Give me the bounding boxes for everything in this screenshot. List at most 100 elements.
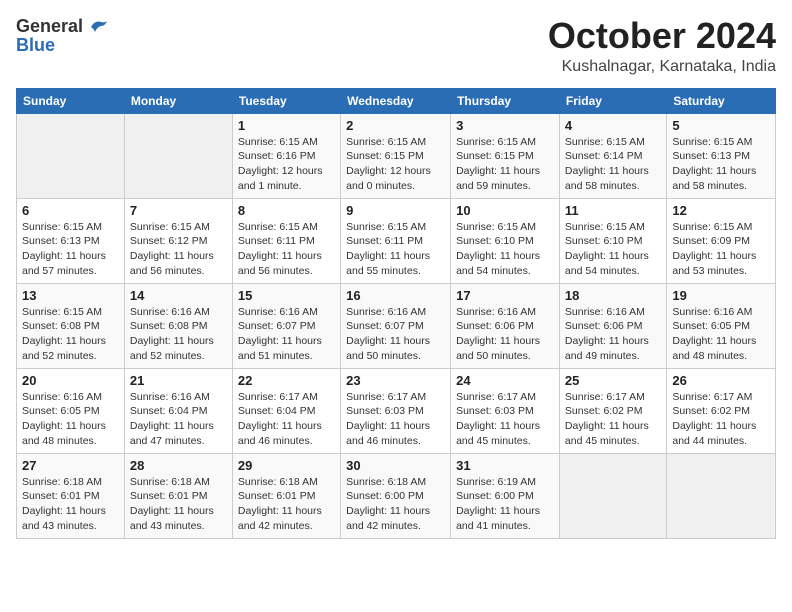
week-row-4: 20 Sunrise: 6:16 AM Sunset: 6:05 PM Dayli… xyxy=(17,368,776,453)
calendar-cell: 28Sunrise: 6:18 AM Sunset: 6:01 PM Dayli… xyxy=(124,453,232,538)
day-info: Sunrise: 6:17 AM Sunset: 6:03 PM Dayligh… xyxy=(456,390,554,449)
day-number: 25 xyxy=(565,373,661,388)
day-number: 27 xyxy=(22,458,119,473)
calendar-cell: 15Sunrise: 6:16 AM Sunset: 6:07 PM Dayli… xyxy=(232,283,340,368)
column-header-tuesday: Tuesday xyxy=(232,88,340,113)
day-number: 12 xyxy=(672,203,770,218)
day-info: Sunrise: 6:15 AM Sunset: 6:13 PM Dayligh… xyxy=(672,135,770,194)
day-info: Sunrise: 6:16 AM Sunset: 6:06 PM Dayligh… xyxy=(565,305,661,364)
day-number: 6 xyxy=(22,203,119,218)
column-header-friday: Friday xyxy=(559,88,666,113)
day-info: Sunrise: 6:15 AM Sunset: 6:09 PM Dayligh… xyxy=(672,220,770,279)
day-info: Sunrise: 6:15 AM Sunset: 6:14 PM Dayligh… xyxy=(565,135,661,194)
day-info: Sunrise: 6:15 AM Sunset: 6:13 PM Dayligh… xyxy=(22,220,119,279)
calendar-cell: 16 Sunrise: 6:16 AM Sunset: 6:07 PM Dayli… xyxy=(341,283,451,368)
day-number: 29 xyxy=(238,458,335,473)
calendar-cell: 14Sunrise: 6:16 AM Sunset: 6:08 PM Dayli… xyxy=(124,283,232,368)
calendar-cell: 23Sunrise: 6:17 AM Sunset: 6:03 PM Dayli… xyxy=(341,368,451,453)
day-number: 2 xyxy=(346,118,445,133)
day-number: 19 xyxy=(672,288,770,303)
day-info: Sunrise: 6:17 AM Sunset: 6:02 PM Dayligh… xyxy=(565,390,661,449)
calendar-cell: 5 Sunrise: 6:15 AM Sunset: 6:13 PM Daylig… xyxy=(667,113,776,198)
day-number: 30 xyxy=(346,458,445,473)
week-row-5: 27 Sunrise: 6:18 AM Sunset: 6:01 PM Dayli… xyxy=(17,453,776,538)
calendar-cell xyxy=(667,453,776,538)
day-number: 7 xyxy=(130,203,227,218)
week-row-1: 1 Sunrise: 6:15 AM Sunset: 6:16 PM Daylig… xyxy=(17,113,776,198)
calendar-cell: 19 Sunrise: 6:16 AM Sunset: 6:05 PM Dayli… xyxy=(667,283,776,368)
day-number: 31 xyxy=(456,458,554,473)
calendar-cell: 8 Sunrise: 6:15 AM Sunset: 6:11 PM Daylig… xyxy=(232,198,340,283)
calendar-cell xyxy=(17,113,125,198)
day-number: 9 xyxy=(346,203,445,218)
day-info: Sunrise: 6:18 AM Sunset: 6:01 PM Dayligh… xyxy=(130,475,227,534)
page-header: General Blue October 2024 Kushalnagar, K… xyxy=(16,16,776,76)
calendar-cell: 26Sunrise: 6:17 AM Sunset: 6:02 PM Dayli… xyxy=(667,368,776,453)
calendar-cell: 31 Sunrise: 6:19 AM Sunset: 6:00 PM Dayli… xyxy=(451,453,560,538)
day-info: Sunrise: 6:15 AM Sunset: 6:15 PM Dayligh… xyxy=(456,135,554,194)
calendar-header-row: SundayMondayTuesdayWednesdayThursdayFrid… xyxy=(17,88,776,113)
calendar-cell: 2Sunrise: 6:15 AM Sunset: 6:15 PM Daylig… xyxy=(341,113,451,198)
month-title: October 2024 xyxy=(548,16,776,56)
day-info: Sunrise: 6:15 AM Sunset: 6:10 PM Dayligh… xyxy=(456,220,554,279)
day-number: 3 xyxy=(456,118,554,133)
day-info: Sunrise: 6:15 AM Sunset: 6:10 PM Dayligh… xyxy=(565,220,661,279)
calendar-cell: 10 Sunrise: 6:15 AM Sunset: 6:10 PM Dayli… xyxy=(451,198,560,283)
calendar-cell: 21 Sunrise: 6:16 AM Sunset: 6:04 PM Dayli… xyxy=(124,368,232,453)
day-info: Sunrise: 6:17 AM Sunset: 6:03 PM Dayligh… xyxy=(346,390,445,449)
calendar-cell: 30 Sunrise: 6:18 AM Sunset: 6:00 PM Dayli… xyxy=(341,453,451,538)
calendar-cell: 20 Sunrise: 6:16 AM Sunset: 6:05 PM Dayli… xyxy=(17,368,125,453)
day-number: 15 xyxy=(238,288,335,303)
column-header-thursday: Thursday xyxy=(451,88,560,113)
day-info: Sunrise: 6:17 AM Sunset: 6:04 PM Dayligh… xyxy=(238,390,335,449)
day-number: 11 xyxy=(565,203,661,218)
calendar-cell: 4Sunrise: 6:15 AM Sunset: 6:14 PM Daylig… xyxy=(559,113,666,198)
calendar-cell: 29 Sunrise: 6:18 AM Sunset: 6:01 PM Dayli… xyxy=(232,453,340,538)
calendar-cell: 13 Sunrise: 6:15 AM Sunset: 6:08 PM Dayli… xyxy=(17,283,125,368)
calendar-cell: 12 Sunrise: 6:15 AM Sunset: 6:09 PM Dayli… xyxy=(667,198,776,283)
day-number: 8 xyxy=(238,203,335,218)
calendar-cell: 1 Sunrise: 6:15 AM Sunset: 6:16 PM Daylig… xyxy=(232,113,340,198)
day-info: Sunrise: 6:16 AM Sunset: 6:06 PM Dayligh… xyxy=(456,305,554,364)
day-number: 18 xyxy=(565,288,661,303)
column-header-wednesday: Wednesday xyxy=(341,88,451,113)
day-info: Sunrise: 6:16 AM Sunset: 6:05 PM Dayligh… xyxy=(22,390,119,449)
day-number: 21 xyxy=(130,373,227,388)
day-number: 10 xyxy=(456,203,554,218)
day-info: Sunrise: 6:15 AM Sunset: 6:11 PM Dayligh… xyxy=(238,220,335,279)
day-info: Sunrise: 6:18 AM Sunset: 6:00 PM Dayligh… xyxy=(346,475,445,534)
calendar-cell: 27Sunrise: 6:18 AM Sunset: 6:01 PM Dayli… xyxy=(17,453,125,538)
calendar-cell: 6 Sunrise: 6:15 AM Sunset: 6:13 PM Daylig… xyxy=(17,198,125,283)
day-number: 16 xyxy=(346,288,445,303)
week-row-3: 13 Sunrise: 6:15 AM Sunset: 6:08 PM Dayli… xyxy=(17,283,776,368)
day-info: Sunrise: 6:19 AM Sunset: 6:00 PM Dayligh… xyxy=(456,475,554,534)
day-info: Sunrise: 6:16 AM Sunset: 6:07 PM Dayligh… xyxy=(346,305,445,364)
day-number: 24 xyxy=(456,373,554,388)
day-number: 13 xyxy=(22,288,119,303)
calendar-cell xyxy=(559,453,666,538)
location-subtitle: Kushalnagar, Karnataka, India xyxy=(548,58,776,76)
day-number: 5 xyxy=(672,118,770,133)
day-info: Sunrise: 6:17 AM Sunset: 6:02 PM Dayligh… xyxy=(672,390,770,449)
day-info: Sunrise: 6:16 AM Sunset: 6:04 PM Dayligh… xyxy=(130,390,227,449)
day-info: Sunrise: 6:18 AM Sunset: 6:01 PM Dayligh… xyxy=(238,475,335,534)
logo-bird-icon xyxy=(87,18,109,36)
calendar-cell: 11 Sunrise: 6:15 AM Sunset: 6:10 PM Dayli… xyxy=(559,198,666,283)
calendar-cell: 3 Sunrise: 6:15 AM Sunset: 6:15 PM Daylig… xyxy=(451,113,560,198)
day-info: Sunrise: 6:16 AM Sunset: 6:08 PM Dayligh… xyxy=(130,305,227,364)
column-header-monday: Monday xyxy=(124,88,232,113)
column-header-saturday: Saturday xyxy=(667,88,776,113)
day-info: Sunrise: 6:15 AM Sunset: 6:12 PM Dayligh… xyxy=(130,220,227,279)
day-info: Sunrise: 6:15 AM Sunset: 6:08 PM Dayligh… xyxy=(22,305,119,364)
calendar-cell: 25 Sunrise: 6:17 AM Sunset: 6:02 PM Dayli… xyxy=(559,368,666,453)
day-info: Sunrise: 6:15 AM Sunset: 6:16 PM Dayligh… xyxy=(238,135,335,194)
week-row-2: 6 Sunrise: 6:15 AM Sunset: 6:13 PM Daylig… xyxy=(17,198,776,283)
day-number: 1 xyxy=(238,118,335,133)
calendar-cell: 17 Sunrise: 6:16 AM Sunset: 6:06 PM Dayli… xyxy=(451,283,560,368)
calendar-cell: 22Sunrise: 6:17 AM Sunset: 6:04 PM Dayli… xyxy=(232,368,340,453)
day-info: Sunrise: 6:16 AM Sunset: 6:05 PM Dayligh… xyxy=(672,305,770,364)
calendar-cell: 24 Sunrise: 6:17 AM Sunset: 6:03 PM Dayli… xyxy=(451,368,560,453)
calendar-cell: 9Sunrise: 6:15 AM Sunset: 6:11 PM Daylig… xyxy=(341,198,451,283)
day-number: 20 xyxy=(22,373,119,388)
day-number: 17 xyxy=(456,288,554,303)
